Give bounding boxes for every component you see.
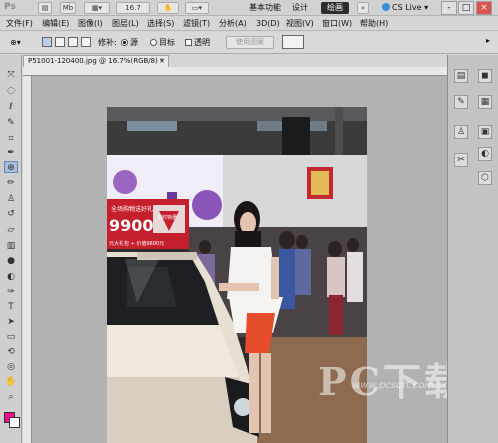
options-bar: ⊕▾ 修补: 源 目标 透明 使用图案 ▸ — [0, 32, 498, 54]
horizontal-ruler — [23, 67, 447, 76]
shape-tool-icon[interactable]: ▭ — [4, 331, 18, 343]
sign-arrow-text: 限时特惠 — [157, 214, 177, 221]
photoshop-logo: Ps — [4, 2, 16, 12]
bridge-button[interactable]: ▤ — [38, 2, 52, 14]
more-workspaces-button[interactable]: » — [357, 2, 369, 14]
mini-bridge-button[interactable]: Mb — [60, 2, 76, 14]
use-pattern-button[interactable]: 使用图案 — [226, 36, 274, 49]
watermark-url-text: www.pcsoft.com.cn — [352, 380, 450, 391]
adjustments-panel-icon[interactable]: ◐ — [478, 147, 492, 161]
close-button[interactable]: × — [476, 1, 492, 15]
menu-window[interactable]: 窗口(W) — [322, 18, 352, 30]
3d-rotate-tool-icon[interactable]: ⟲ — [4, 346, 18, 358]
menu-layer[interactable]: 图层(L) — [112, 18, 139, 30]
maximize-button[interactable]: □ — [458, 1, 474, 15]
document-close-icon[interactable]: × — [159, 56, 165, 67]
source-label: 源 — [130, 38, 138, 47]
lasso-tool-icon[interactable]: ℓ — [4, 101, 18, 113]
hand-tool-button[interactable]: ✋ — [157, 2, 179, 14]
patch-tool-icon[interactable]: ⊕ — [4, 161, 18, 173]
photoshop-window: Ps ▤ Mb ▦▾ 16.7 ✋ ▭▾ 基本功能 设计 绘画 » CS Liv… — [0, 0, 498, 443]
view-extras-button[interactable]: ▦▾ — [84, 2, 110, 14]
color-panel-icon[interactable]: ◼ — [478, 69, 492, 83]
move-tool-icon[interactable]: ⤧ — [4, 69, 18, 81]
source-radio-icon — [121, 39, 128, 46]
subtract-selection-icon[interactable] — [68, 37, 78, 47]
dodge-tool-icon[interactable]: ◐ — [4, 271, 18, 283]
eyedropper-tool-icon[interactable]: ✒ — [4, 147, 18, 159]
menu-edit[interactable]: 编辑(E) — [42, 18, 69, 30]
application-bar: Ps ▤ Mb ▦▾ 16.7 ✋ ▭▾ 基本功能 设计 绘画 » CS Liv… — [0, 0, 498, 16]
target-radio[interactable]: 目标 — [150, 37, 175, 49]
zoom-level-select[interactable]: 16.7 — [116, 2, 150, 14]
target-label: 目标 — [159, 38, 175, 47]
new-selection-icon[interactable] — [42, 37, 52, 47]
styles-panel-icon[interactable]: ▣ — [478, 125, 492, 139]
menu-help[interactable]: 帮助(H) — [360, 18, 388, 30]
zoom-tool-icon[interactable]: ⌕ — [4, 391, 18, 403]
gradient-tool-icon[interactable]: ▥ — [4, 240, 18, 252]
type-tool-icon[interactable]: T — [4, 301, 18, 313]
intersect-selection-icon[interactable] — [81, 37, 91, 47]
panel-dock: ▤ ✎ ♙ ✂ ◼ ▦ ▣ ◐ ⬡ — [447, 55, 498, 443]
hand-tool-icon[interactable]: ✋ — [4, 376, 18, 388]
menu-view[interactable]: 视图(V) — [286, 18, 314, 30]
workspace-essentials[interactable]: 基本功能 — [249, 2, 281, 14]
document-tab-label: P51001-120400.jpg @ 16.7%(RGB/8) * — [28, 57, 164, 65]
pen-tool-icon[interactable]: ✑ — [4, 286, 18, 298]
3d-orbit-tool-icon[interactable]: ◎ — [4, 361, 18, 373]
workspace-design[interactable]: 设计 — [292, 2, 308, 14]
history-brush-tool-icon[interactable]: ↺ — [4, 208, 18, 220]
source-radio[interactable]: 源 — [121, 37, 138, 49]
menu-image[interactable]: 图像(I) — [78, 18, 103, 30]
quick-selection-tool-icon[interactable]: ✎ — [4, 117, 18, 129]
brush-presets-panel-icon[interactable]: ✎ — [454, 95, 468, 109]
menu-select[interactable]: 选择(S) — [147, 18, 174, 30]
sign-big-text: 9900 — [109, 216, 154, 235]
menu-file[interactable]: 文件(F) — [6, 18, 33, 30]
clone-source-panel-icon[interactable]: ♙ — [454, 125, 468, 139]
transparent-label: 透明 — [194, 38, 210, 47]
cs-live-button[interactable]: CS Live ▾ — [382, 2, 428, 14]
menu-bar: 文件(F) 编辑(E) 图像(I) 图层(L) 选择(S) 滤镜(T) 分析(A… — [0, 17, 498, 31]
sign-small-text: 全场购物送好礼 — [111, 205, 153, 213]
panel-toggle-icon[interactable]: ▸ — [486, 35, 490, 47]
target-radio-icon — [150, 39, 157, 46]
marquee-tool-icon[interactable]: ◌ — [4, 85, 18, 97]
add-selection-icon[interactable] — [55, 37, 65, 47]
toolbox: ⤧ ◌ ℓ ✎ ⌗ ✒ ⊕ ✏ ♙ ↺ ▱ ▥ ● ◐ ✑ T ➤ ▭ ⟲ ◎ … — [0, 55, 22, 443]
arrange-documents-button[interactable]: ▭▾ — [185, 2, 209, 14]
patch-label: 修补: — [98, 38, 117, 47]
tool-preset-picker[interactable]: ⊕▾ — [10, 37, 21, 49]
blur-tool-icon[interactable]: ● — [4, 255, 18, 267]
sign-bottom-text: 元大礼包 + 价值9800元 — [109, 240, 164, 247]
minimize-button[interactable]: - — [441, 1, 457, 15]
path-selection-tool-icon[interactable]: ➤ — [4, 316, 18, 328]
background-color-swatch[interactable] — [9, 417, 20, 428]
cs-live-icon — [382, 3, 390, 11]
pattern-picker[interactable] — [282, 35, 304, 49]
workspace-painting[interactable]: 绘画 — [321, 2, 349, 14]
menu-3d[interactable]: 3D(D) — [256, 18, 280, 30]
vertical-ruler — [23, 76, 32, 443]
brush-tool-icon[interactable]: ✏ — [4, 177, 18, 189]
eraser-tool-icon[interactable]: ▱ — [4, 224, 18, 236]
transparent-checkbox-icon — [185, 39, 192, 46]
clone-stamp-tool-icon[interactable]: ♙ — [4, 193, 18, 205]
menu-filter[interactable]: 滤镜(T) — [183, 18, 210, 30]
cs-live-label: CS Live — [392, 3, 422, 12]
layers-panel-icon[interactable]: ▤ — [454, 69, 468, 83]
document-tab[interactable]: P51001-120400.jpg @ 16.7%(RGB/8) * × — [23, 55, 169, 67]
masks-panel-icon[interactable]: ⬡ — [478, 171, 492, 185]
crop-tool-icon[interactable]: ⌗ — [4, 133, 18, 145]
tools-panel-icon[interactable]: ✂ — [454, 153, 468, 167]
swatches-panel-icon[interactable]: ▦ — [478, 95, 492, 109]
menu-analysis[interactable]: 分析(A) — [219, 18, 247, 30]
transparent-checkbox[interactable]: 透明 — [185, 37, 210, 49]
